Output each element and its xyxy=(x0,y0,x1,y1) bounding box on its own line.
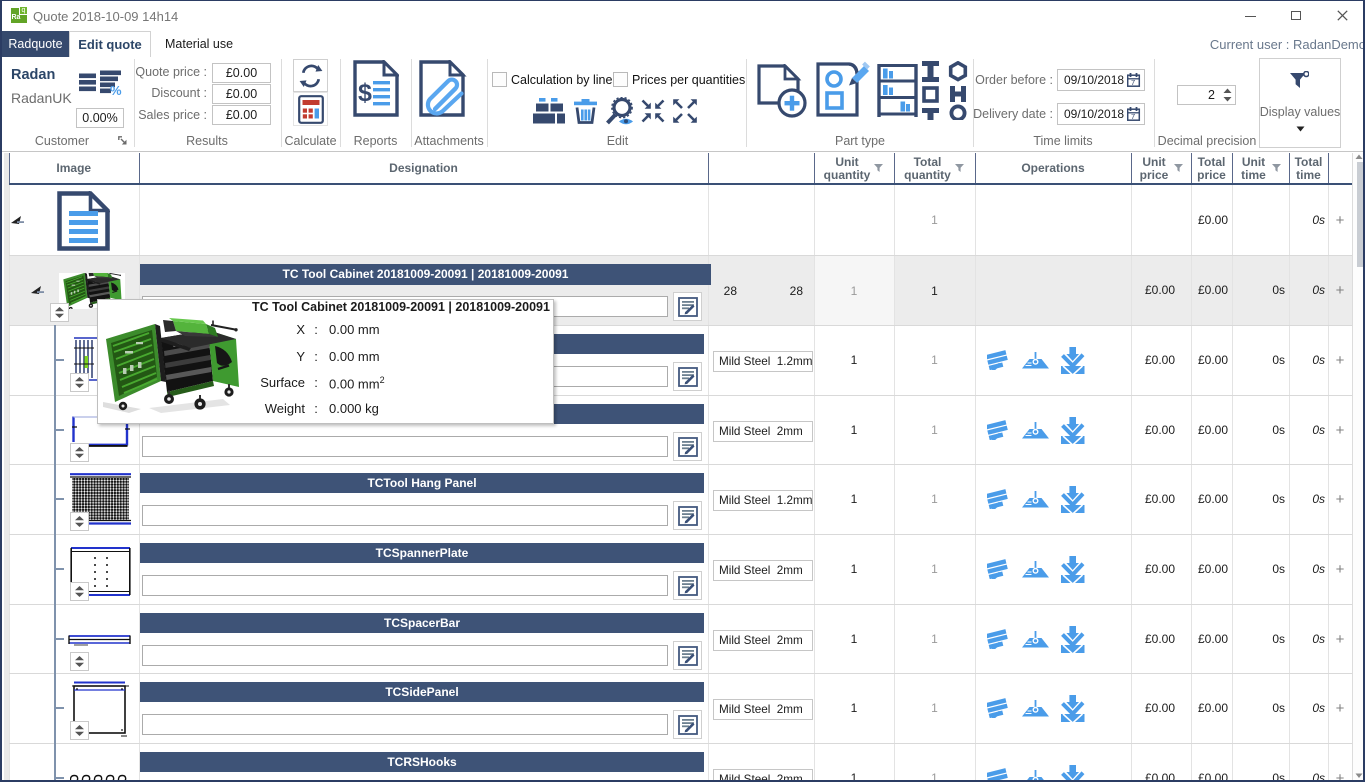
svg-text:7: 7 xyxy=(1131,78,1135,87)
svg-text:7: 7 xyxy=(1131,112,1135,121)
svg-text:$: $ xyxy=(358,79,372,107)
